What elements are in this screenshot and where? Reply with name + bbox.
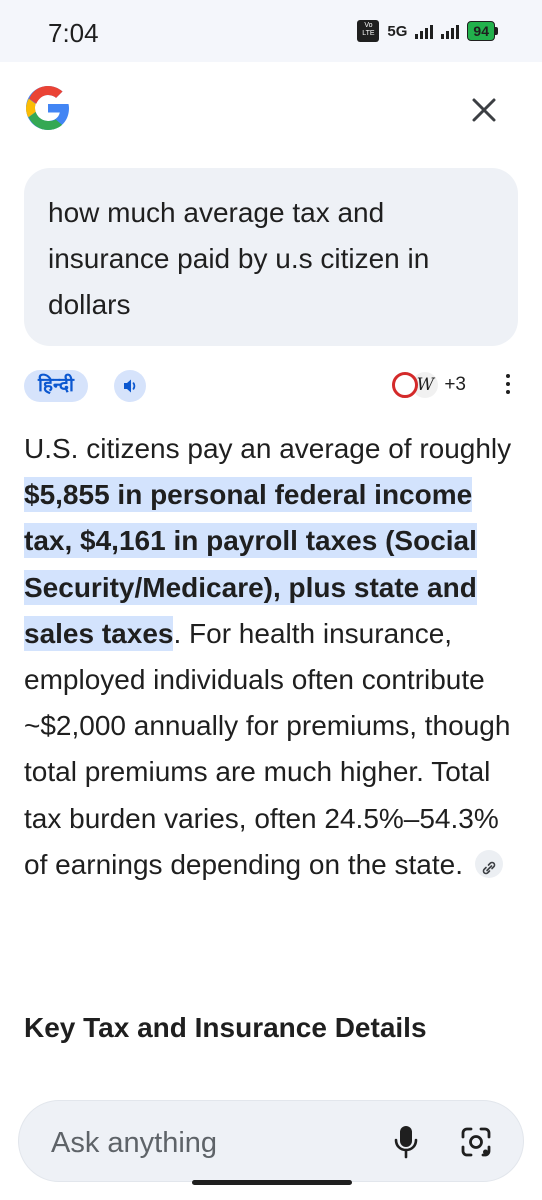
network-type: 5G bbox=[387, 22, 408, 40]
signal-icon bbox=[415, 23, 434, 39]
ai-answer: U.S. citizens pay an average of roughly … bbox=[24, 426, 518, 888]
close-icon[interactable] bbox=[466, 92, 502, 128]
home-indicator[interactable] bbox=[192, 1180, 352, 1185]
speaker-icon[interactable] bbox=[114, 370, 146, 402]
source-favicon-icon bbox=[392, 372, 419, 398]
query-bubble: how much average tax and insurance paid … bbox=[24, 168, 518, 346]
ask-bar[interactable] bbox=[18, 1100, 524, 1182]
language-chip[interactable]: हिन्दी bbox=[24, 370, 88, 402]
google-lens-icon[interactable] bbox=[459, 1125, 493, 1159]
battery-icon: 94 bbox=[467, 21, 498, 41]
link-icon[interactable] bbox=[474, 850, 503, 879]
battery-level: 94 bbox=[467, 21, 495, 41]
answer-rest: . For health insurance, employed individ… bbox=[24, 617, 511, 880]
sources-count: +3 bbox=[444, 374, 466, 395]
answer-intro: U.S. citizens pay an average of roughly bbox=[24, 433, 512, 464]
status-bar: 7:04 Vo LTE 5G 94 bbox=[0, 0, 542, 62]
mic-icon[interactable] bbox=[391, 1123, 421, 1161]
google-g-icon bbox=[26, 86, 69, 130]
section-heading: Key Tax and Insurance Details bbox=[24, 1012, 427, 1043]
ask-input[interactable] bbox=[49, 1123, 373, 1163]
query-text: how much average tax and insurance paid … bbox=[48, 197, 430, 320]
status-icons: Vo LTE 5G 94 bbox=[357, 20, 498, 42]
signal-icon-2 bbox=[441, 23, 460, 39]
volte-icon: Vo LTE bbox=[357, 20, 380, 42]
status-time: 7:04 bbox=[48, 18, 99, 48]
answer-toolbar: हिन्दी W +3 bbox=[24, 368, 518, 404]
sources-button[interactable]: W +3 bbox=[392, 372, 466, 398]
more-vert-icon[interactable] bbox=[504, 374, 512, 398]
